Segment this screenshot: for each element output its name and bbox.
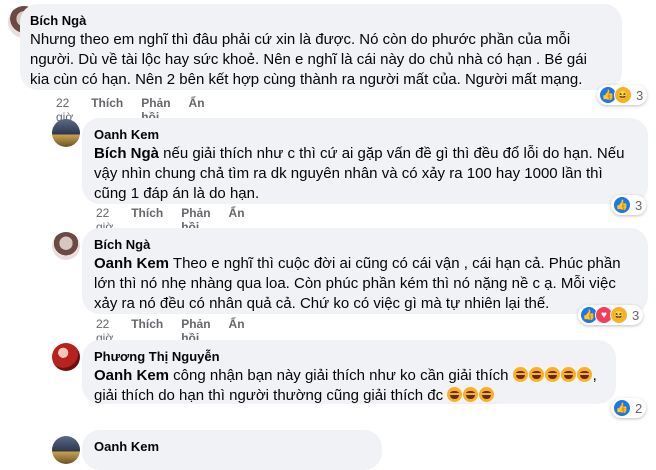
mention-tag[interactable]: Oanh Kem: [94, 255, 169, 272]
comment-author[interactable]: Phương Thị Nguyễn: [94, 348, 604, 365]
laughing-emoji-icon: [512, 367, 593, 384]
comment-author[interactable]: Oanh Kem: [94, 126, 636, 143]
comment-bubble: Oanh Kem Bích Ngà nếu giải thích như c t…: [82, 118, 648, 204]
comment-bubble: Oanh Kem: [82, 430, 382, 470]
mention-tag[interactable]: Oanh Kem: [94, 367, 169, 384]
comment-bubble: Phương Thị Nguyễn Oanh Kem công nhận bạn…: [82, 340, 616, 404]
comment-bubble: Bích Ngà Nhưng theo em nghĩ thì đâu phải…: [20, 4, 622, 90]
comment-text: Bích Ngà nếu giải thích như c thì cứ ai …: [94, 145, 625, 202]
reaction-summary[interactable]: 👍 3: [611, 195, 647, 215]
haha-icon: 😆: [610, 306, 628, 324]
like-icon: 👍: [613, 399, 631, 417]
haha-icon: 😆: [614, 86, 632, 104]
comment-text: Nhưng theo em nghĩ thì đâu phải cứ xin l…: [30, 31, 587, 88]
like-icon: 👍: [613, 196, 631, 214]
reaction-count: 3: [636, 87, 644, 103]
reaction-count: 3: [632, 307, 640, 323]
avatar[interactable]: [52, 119, 80, 147]
avatar[interactable]: [52, 232, 80, 260]
reaction-count: 2: [635, 400, 643, 416]
avatar[interactable]: [52, 343, 80, 371]
comment-text: Oanh Kem Theo e nghĩ thì cuộc đời ai cũn…: [94, 255, 621, 312]
reaction-summary[interactable]: 👍 ♥ 😆 3: [578, 305, 644, 325]
reaction-summary[interactable]: 👍 😆 3: [597, 85, 648, 105]
grinning-emoji-icon: [447, 387, 495, 404]
mention-tag[interactable]: Bích Ngà: [94, 145, 159, 162]
reaction-count: 3: [635, 197, 643, 213]
reaction-summary[interactable]: 👍 2: [611, 398, 647, 418]
avatar[interactable]: [52, 436, 80, 464]
comment-author[interactable]: Bích Ngà: [30, 12, 610, 29]
comment-bubble: Bích Ngà Oanh Kem Theo e nghĩ thì cuộc đ…: [82, 228, 648, 314]
comment-author[interactable]: Oanh Kem: [94, 438, 370, 455]
comment-text: Oanh Kem công nhận bạn này giải thích nh…: [94, 367, 597, 404]
comment-author[interactable]: Bích Ngà: [94, 236, 636, 253]
